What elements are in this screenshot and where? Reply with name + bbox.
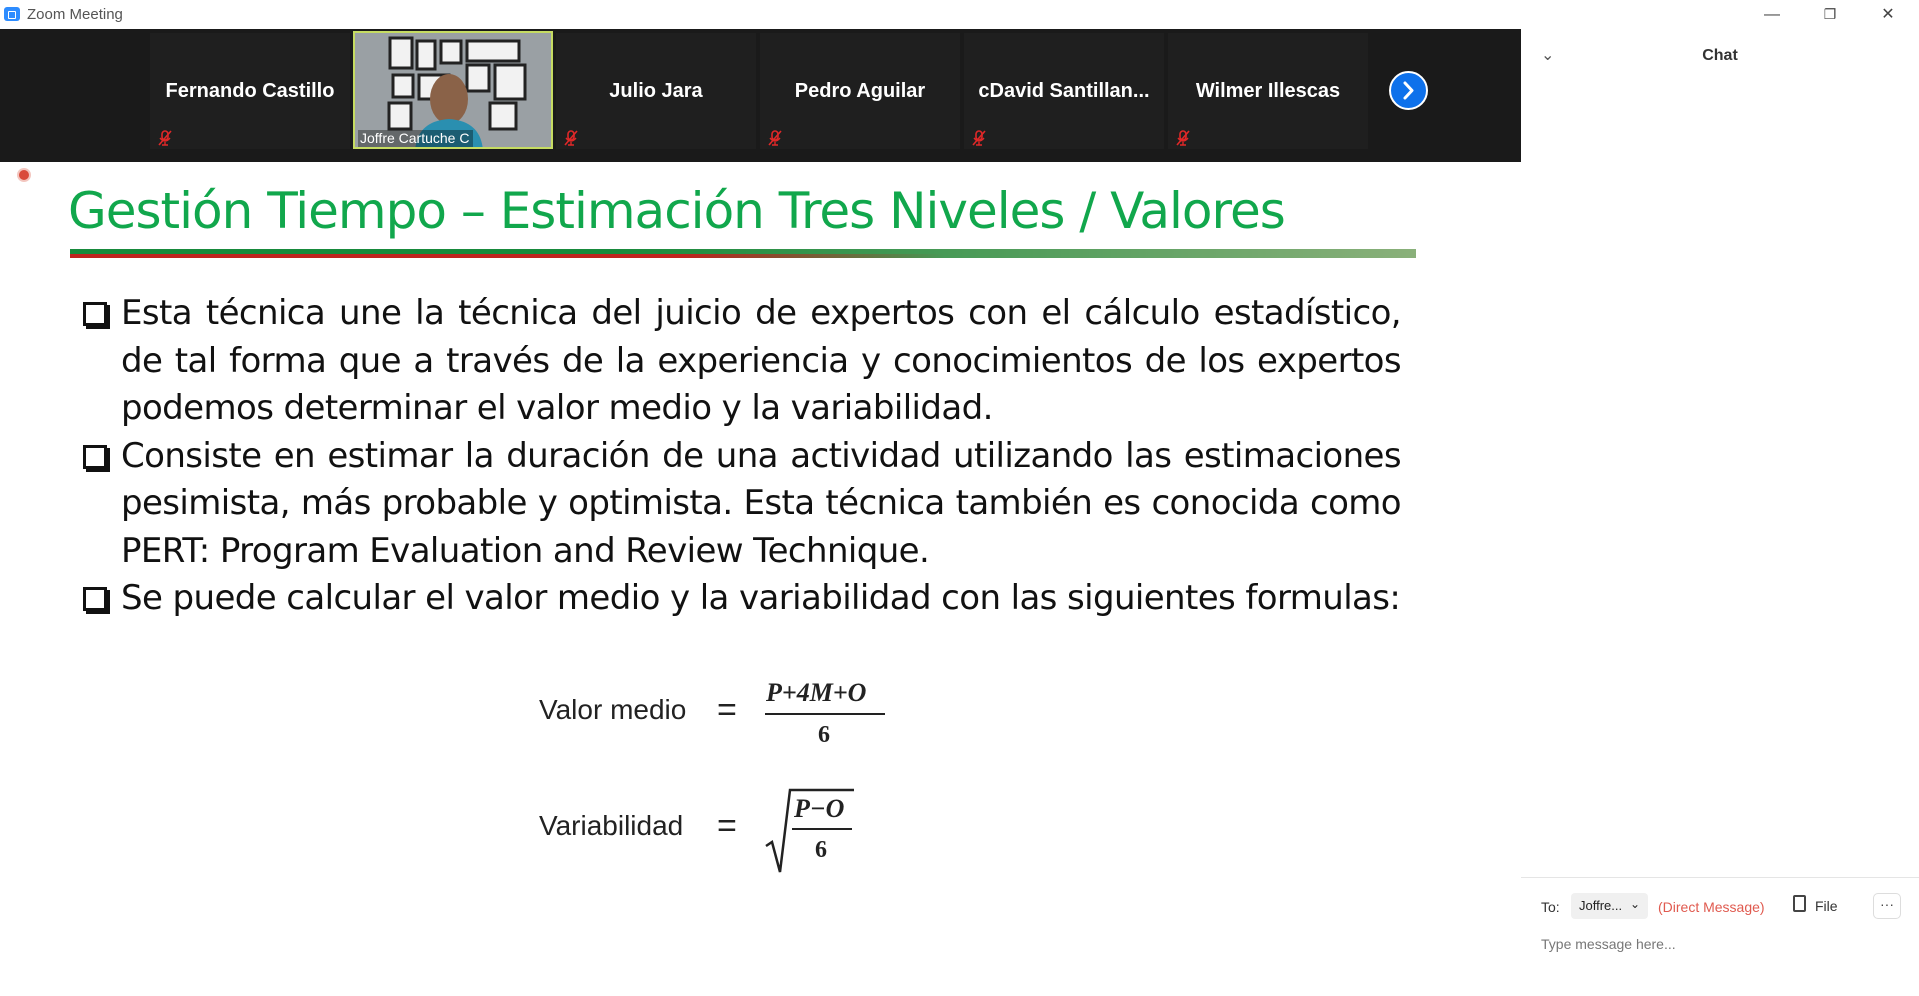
video-strip: Fernando Castillo Joffre Cartuche C Juli… <box>0 29 1521 162</box>
recording-indicator-icon <box>17 168 31 182</box>
recipient-value: Joffre... <box>1579 898 1623 913</box>
chevron-right-icon <box>1403 81 1414 100</box>
slide-bullet-list: Esta técnica une la técnica del juicio d… <box>79 290 1402 623</box>
recipient-select[interactable]: Joffre... ⌄ <box>1571 893 1648 919</box>
slide-bullet: Consiste en estimar la duración de una a… <box>79 433 1402 576</box>
title-underline <box>70 249 1416 258</box>
file-button[interactable]: File <box>1815 898 1838 914</box>
bullet-text: Esta técnica une la técnica del juicio d… <box>121 293 1402 428</box>
participant-tile[interactable]: Fernando Castillo <box>150 33 350 149</box>
next-page-button[interactable] <box>1389 71 1428 110</box>
muted-mic-icon <box>972 130 986 146</box>
mean-denominator: 6 <box>818 722 830 748</box>
participant-tile[interactable]: cDavid Santillan... <box>964 33 1164 149</box>
variability-denominator: 6 <box>815 837 827 863</box>
speaker-name-label: Joffre Cartuche C <box>358 130 474 147</box>
more-options-button[interactable]: ··· <box>1873 893 1901 919</box>
muted-mic-icon <box>564 130 578 146</box>
variability-fraction-bar <box>792 828 852 830</box>
participant-name: cDavid Santillan... <box>978 79 1150 102</box>
chat-panel: ⌄ Chat To: Joffre... ⌄ (Direct Message) … <box>1521 29 1919 996</box>
chevron-down-icon: ⌄ <box>1629 897 1640 911</box>
variability-label: Variabilidad <box>539 810 684 841</box>
bullet-text: Se puede calcular el valor medio y la va… <box>121 578 1401 618</box>
muted-mic-icon <box>158 130 172 146</box>
bullet-text: Consiste en estimar la duración de una a… <box>121 435 1402 571</box>
active-speaker-video[interactable]: Joffre Cartuche C <box>353 31 553 149</box>
slide-bullet: Se puede calcular el valor medio y la va… <box>79 575 1401 623</box>
participant-name: Julio Jara <box>609 79 703 102</box>
muted-mic-icon <box>768 130 782 146</box>
mean-fraction-bar <box>765 713 885 715</box>
variability-equals: = <box>717 807 737 845</box>
to-label: To: <box>1541 899 1560 915</box>
direct-message-label: (Direct Message) <box>1658 899 1765 915</box>
file-icon[interactable] <box>1793 895 1806 912</box>
participant-name: Pedro Aguilar <box>794 79 926 102</box>
slide-title: Gestión Tiempo – Estimación Tres Niveles… <box>68 182 1286 240</box>
checkbox-bullet-icon <box>83 587 107 611</box>
minimize-button[interactable]: — <box>1744 0 1800 29</box>
chat-title: Chat <box>1702 47 1738 64</box>
restore-button[interactable]: ❐ <box>1802 0 1858 29</box>
mean-label: Valor medio <box>539 694 687 725</box>
checkbox-bullet-icon <box>83 444 107 469</box>
chat-divider <box>1521 877 1919 878</box>
participant-tile[interactable]: Julio Jara <box>556 33 756 149</box>
variability-numerator: P−O <box>794 794 845 823</box>
participant-tile[interactable]: Wilmer Illescas <box>1168 33 1368 149</box>
muted-mic-icon <box>1176 130 1190 146</box>
participant-tile[interactable]: Pedro Aguilar <box>760 33 960 149</box>
slide-bullet: Esta técnica une la técnica del juicio d… <box>79 290 1402 433</box>
window-titlebar: Zoom Meeting — ❐ ✕ <box>0 0 1919 29</box>
chat-message-input[interactable] <box>1541 932 1901 956</box>
mean-numerator: P+4M+O <box>766 678 867 707</box>
close-button[interactable]: ✕ <box>1860 0 1916 29</box>
participant-name: Fernando Castillo <box>165 79 335 102</box>
participant-name: Wilmer Illescas <box>1195 79 1341 102</box>
mean-equals: = <box>717 691 737 729</box>
checkbox-bullet-icon <box>83 302 107 326</box>
window-title: Zoom Meeting <box>27 6 123 23</box>
zoom-app-icon <box>4 7 20 21</box>
